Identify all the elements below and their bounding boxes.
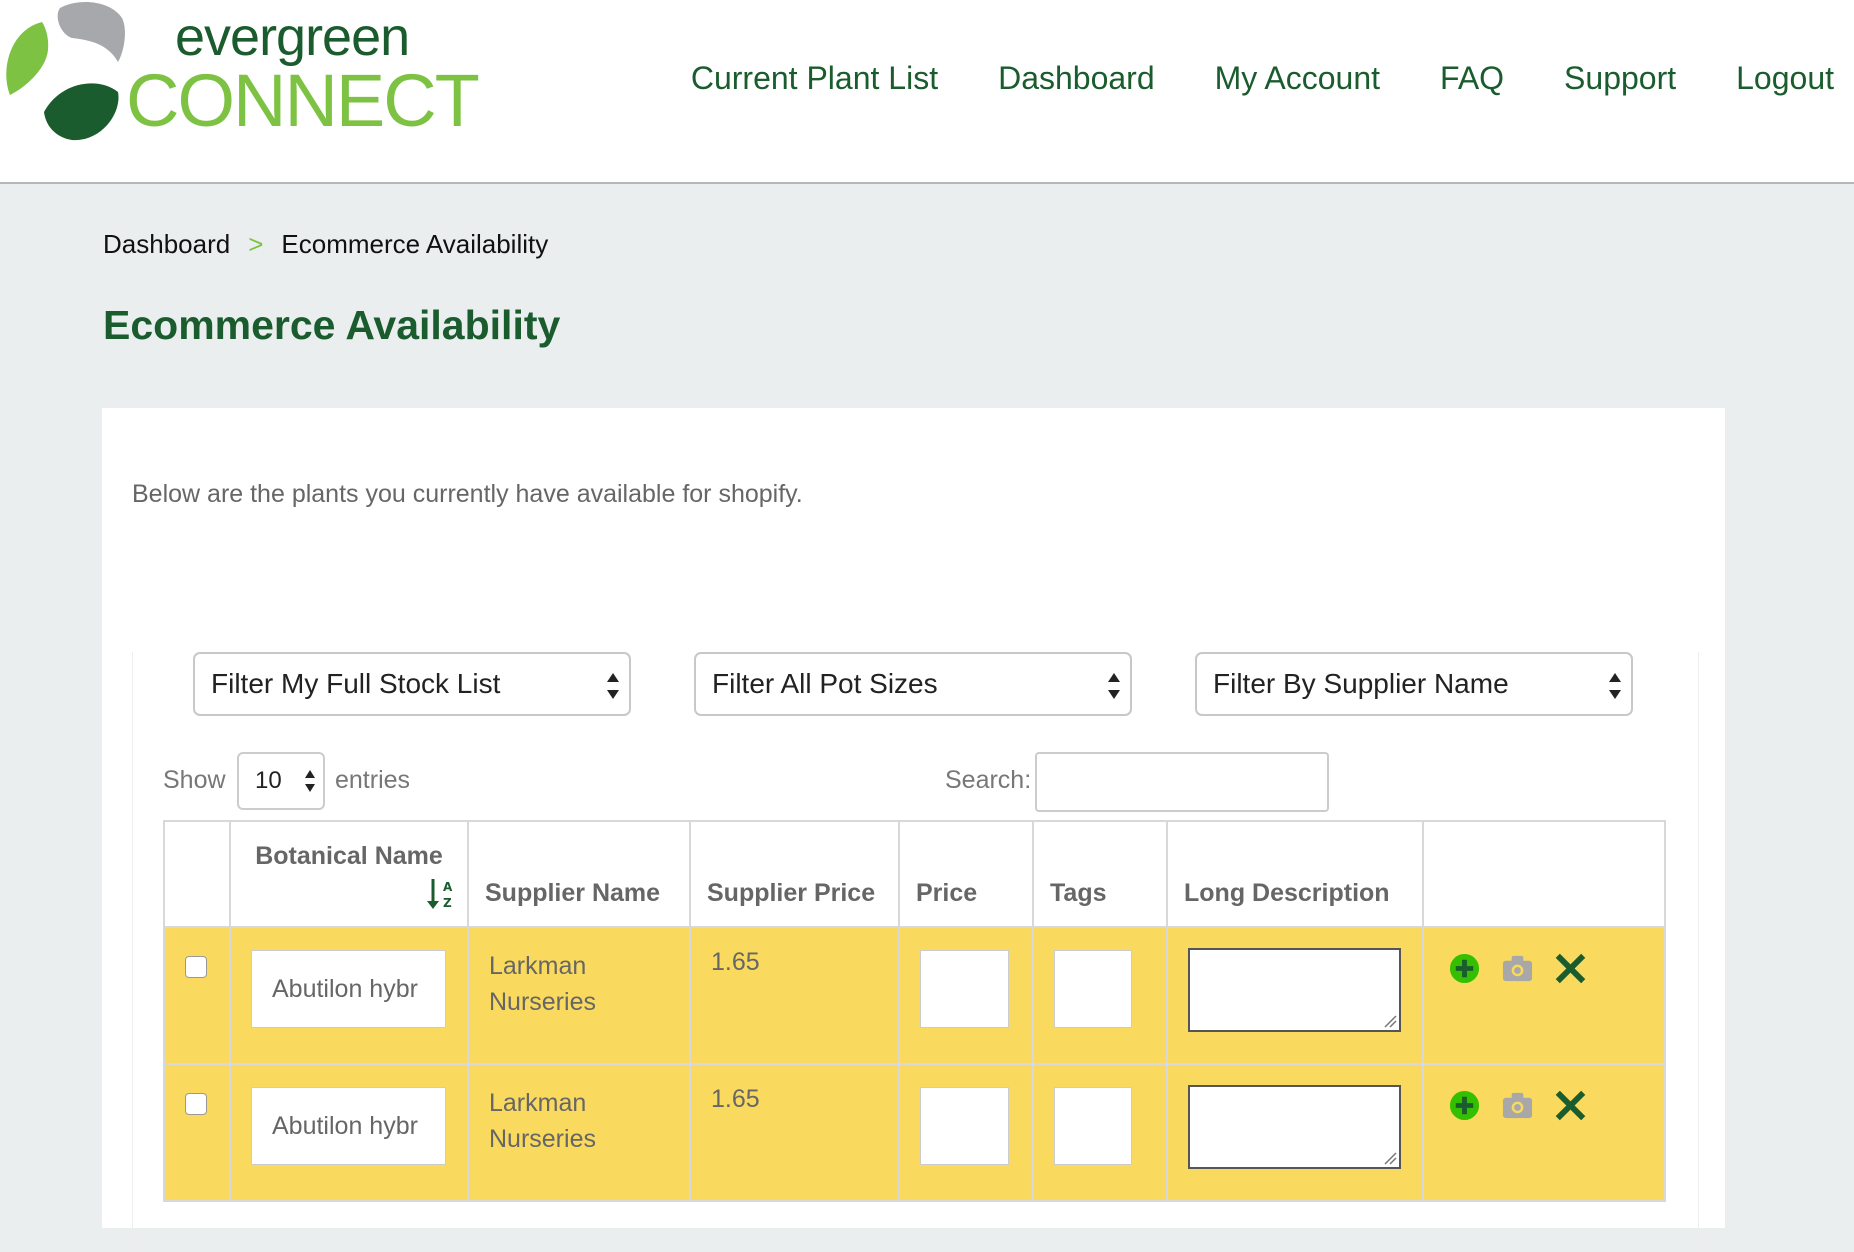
row-checkbox[interactable] [185, 956, 207, 978]
botanical-name-input[interactable]: Abutilon hybr [251, 950, 446, 1028]
supplier-price-cell: 1.65 [689, 1063, 900, 1202]
delete-x-icon[interactable] [1554, 1089, 1587, 1122]
supplier-name-line: Nurseries [489, 988, 596, 1016]
resize-grip-icon[interactable] [1383, 1014, 1397, 1028]
column-header-label: Botanical Name [255, 842, 443, 870]
table-header-row: Botanical Name A Z Supplier Name Supplie… [163, 820, 1666, 928]
leaf-logo-icon [6, 2, 125, 141]
supplier-name-text: Larkman Nurseries [489, 948, 596, 1020]
add-circle-icon[interactable] [1448, 952, 1481, 985]
actions-column-header [1422, 820, 1666, 928]
column-header-price[interactable]: Price [898, 820, 1034, 928]
add-circle-icon[interactable] [1448, 1089, 1481, 1122]
select-column-header [163, 820, 231, 928]
breadcrumb-current: Ecommerce Availability [281, 229, 549, 259]
column-header-tags[interactable]: Tags [1032, 820, 1168, 928]
intro-text: Below are the plants you currently have … [132, 480, 803, 508]
supplier-price-text: 1.65 [711, 948, 760, 976]
column-header-long-description[interactable]: Long Description [1166, 820, 1424, 928]
availability-table: Botanical Name A Z Supplier Name Supplie… [163, 820, 1666, 1202]
nav-my-account[interactable]: My Account [1215, 60, 1380, 97]
delete-x-icon[interactable] [1554, 952, 1587, 985]
select-arrows-icon [305, 770, 315, 792]
show-label: Show [163, 766, 226, 794]
tags-input[interactable] [1054, 1087, 1132, 1165]
botanical-name-input[interactable]: Abutilon hybr [251, 1087, 446, 1165]
sort-alpha-asc-icon[interactable]: A Z [425, 877, 455, 913]
row-actions [1448, 952, 1587, 985]
logo-word-connect: CONNECT [126, 59, 480, 142]
long-description-cell [1166, 1063, 1424, 1202]
breadcrumb-dashboard-link[interactable]: Dashboard [103, 229, 230, 259]
actions-cell [1422, 926, 1666, 1065]
select-arrows-icon [1108, 673, 1120, 699]
actions-cell [1422, 1063, 1666, 1202]
select-arrows-icon [1609, 673, 1621, 699]
row-actions [1448, 1089, 1587, 1122]
long-description-cell [1166, 926, 1424, 1065]
column-header-botanical-name[interactable]: Botanical Name A Z [229, 820, 469, 928]
column-header-supplier-name[interactable]: Supplier Name [467, 820, 691, 928]
nav-current-plant-list[interactable]: Current Plant List [691, 60, 938, 97]
svg-text:Z: Z [443, 896, 452, 910]
nav-support[interactable]: Support [1564, 60, 1676, 97]
search-label: Search: [945, 766, 1032, 794]
nav-dashboard[interactable]: Dashboard [998, 60, 1155, 97]
supplier-name-line: Larkman [489, 1089, 587, 1117]
camera-icon[interactable] [1501, 952, 1534, 985]
entries-label: entries [335, 766, 411, 794]
row-checkbox[interactable] [185, 1093, 207, 1115]
tags-input[interactable] [1054, 950, 1132, 1028]
page-title: Ecommerce Availability [103, 302, 561, 348]
filter-pot-sizes-select[interactable]: Filter All Pot Sizes [694, 652, 1132, 716]
filter-stock-list-select[interactable]: Filter My Full Stock List [193, 652, 631, 716]
filter-stock-list-value: Filter My Full Stock List [211, 668, 501, 699]
search-input[interactable] [1035, 752, 1329, 812]
main-nav: Current Plant List Dashboard My Account … [631, 60, 1834, 97]
supplier-name-line: Nurseries [489, 1125, 596, 1153]
price-input[interactable] [920, 950, 1009, 1028]
row-select-cell [163, 926, 231, 1065]
supplier-price-cell: 1.65 [689, 926, 900, 1065]
supplier-name-text: Larkman Nurseries [489, 1085, 596, 1157]
supplier-price-text: 1.65 [711, 1085, 760, 1113]
camera-icon[interactable] [1501, 1089, 1534, 1122]
row-select-cell [163, 1063, 231, 1202]
tags-cell [1032, 1063, 1168, 1202]
long-description-textarea[interactable] [1188, 948, 1401, 1032]
price-cell [898, 1063, 1034, 1202]
breadcrumb: Dashboard > Ecommerce Availability [103, 229, 548, 260]
evergreen-connect-logo[interactable]: evergreen CONNECT [0, 0, 480, 150]
supplier-name-cell: Larkman Nurseries [467, 1063, 691, 1202]
filter-supplier-select[interactable]: Filter By Supplier Name [1195, 652, 1633, 716]
availability-table-wrapper: Filter My Full Stock List Filter All Pot… [132, 652, 1699, 1252]
content-panel: Below are the plants you currently have … [102, 408, 1725, 1252]
entries-per-page-select[interactable]: 10 [237, 752, 325, 810]
resize-grip-icon[interactable] [1383, 1151, 1397, 1165]
nav-faq[interactable]: FAQ [1440, 60, 1504, 97]
botanical-name-cell: Abutilon hybr [229, 1063, 469, 1202]
long-description-textarea[interactable] [1188, 1085, 1401, 1169]
supplier-name-line: Larkman [489, 952, 587, 980]
price-input[interactable] [920, 1087, 1009, 1165]
filter-supplier-value: Filter By Supplier Name [1213, 668, 1509, 699]
supplier-name-cell: Larkman Nurseries [467, 926, 691, 1065]
nav-logout[interactable]: Logout [1736, 60, 1834, 97]
breadcrumb-separator: > [248, 229, 264, 259]
site-header: evergreen CONNECT Current Plant List Das… [0, 0, 1854, 184]
tags-cell [1032, 926, 1168, 1065]
select-arrows-icon [607, 673, 619, 699]
column-header-supplier-price[interactable]: Supplier Price [689, 820, 900, 928]
svg-text:A: A [443, 880, 453, 894]
price-cell [898, 926, 1034, 1065]
table-row: Abutilon hybr Larkman Nurseries 1.65 [163, 1063, 1666, 1202]
table-row: Abutilon hybr Larkman Nurseries 1.65 [163, 926, 1666, 1065]
filter-pot-sizes-value: Filter All Pot Sizes [712, 668, 938, 699]
entries-per-page-value: 10 [255, 767, 282, 794]
botanical-name-cell: Abutilon hybr [229, 926, 469, 1065]
